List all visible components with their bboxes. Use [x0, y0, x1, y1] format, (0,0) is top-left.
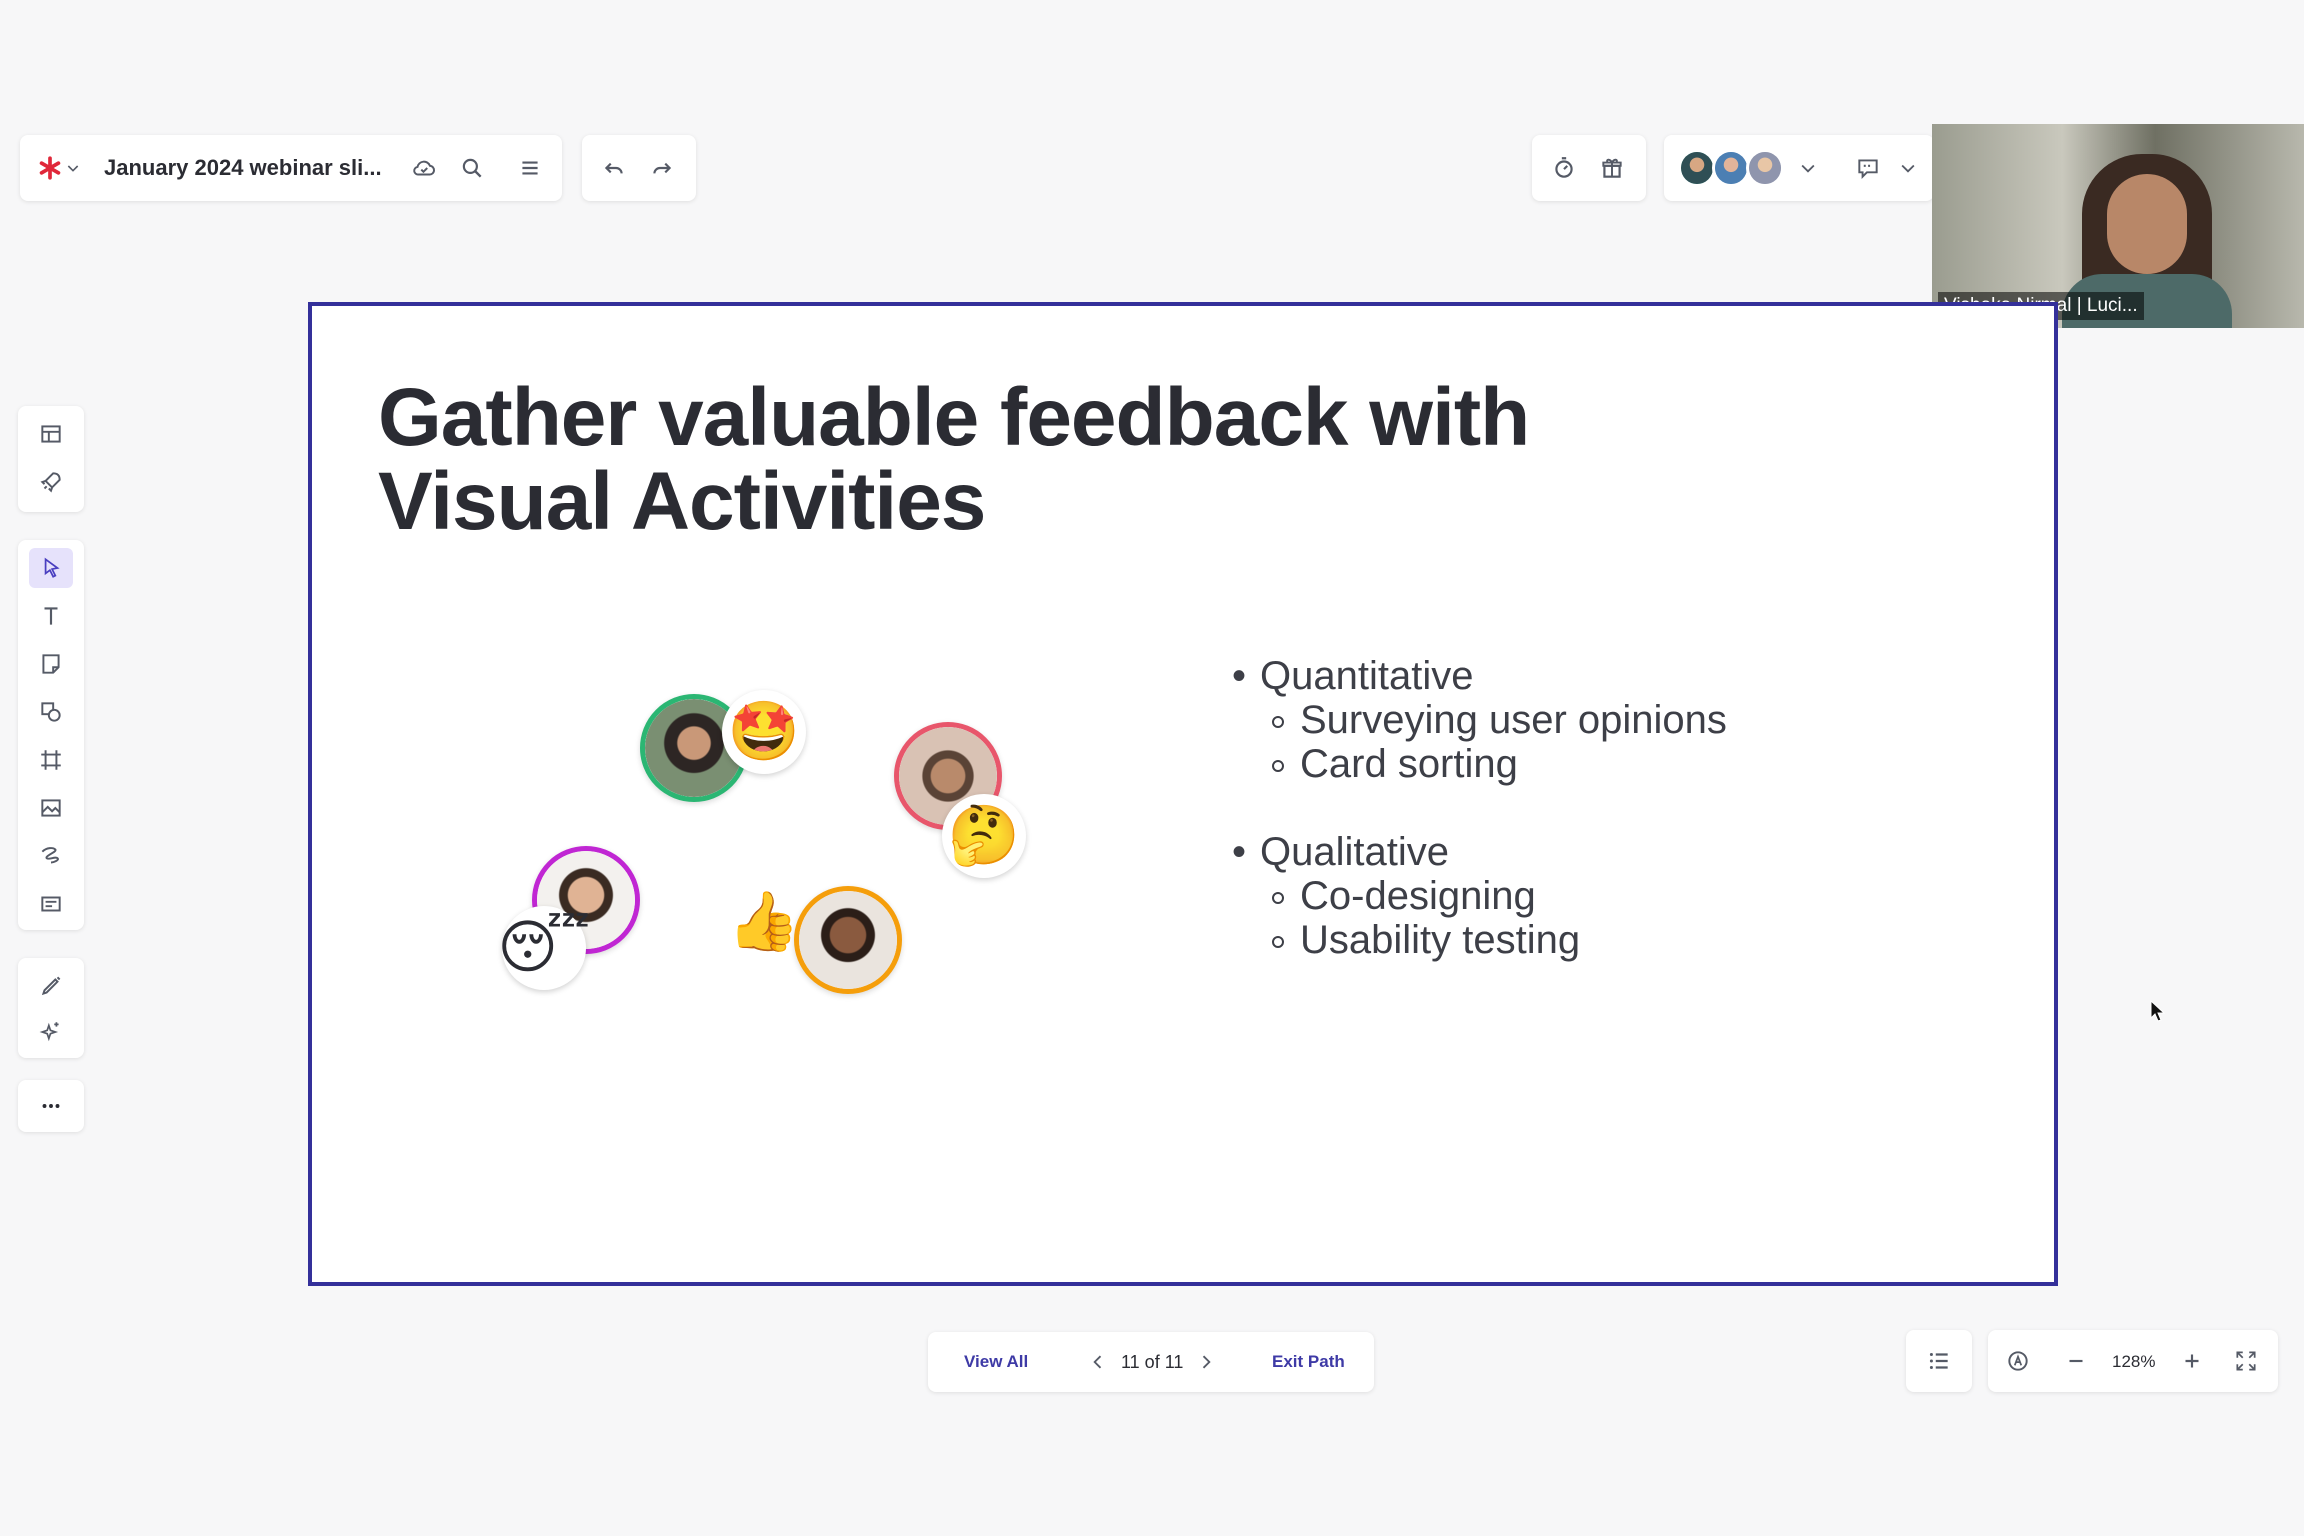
participant-avatar [794, 886, 902, 994]
more-icon[interactable] [31, 1086, 71, 1126]
card-icon[interactable] [31, 884, 71, 924]
sparkle-icon[interactable] [31, 1012, 71, 1052]
collaboration-toolbar [1664, 135, 1934, 201]
exit-path-link[interactable]: Exit Path [1272, 1352, 1345, 1372]
cloud-check-icon[interactable] [404, 148, 444, 188]
bullet-heading: Qualitative [1232, 830, 1580, 874]
video-participant-tile[interactable]: Vishaka Nirmal | Luci... [1932, 124, 2304, 328]
slide-title-line: Gather valuable feedback with [378, 372, 1530, 463]
participant-face [2107, 174, 2187, 274]
zoom-toolbar: 128% [1988, 1330, 2278, 1392]
bullet-item: Card sorting [1232, 742, 1727, 786]
presentation-nav: View All 11 of 11 Exit Path [928, 1332, 1374, 1392]
left-toolbar-more [18, 1080, 84, 1132]
comment-icon[interactable] [1848, 148, 1888, 188]
avatar[interactable] [1746, 149, 1784, 187]
star-struck-emoji: 🤩 [722, 690, 806, 774]
left-toolbar-extras [18, 958, 84, 1058]
pen-icon[interactable] [31, 966, 71, 1006]
left-toolbar-top [18, 406, 84, 512]
rocket-icon[interactable] [31, 462, 71, 502]
chevron-right-icon[interactable] [1186, 1342, 1226, 1382]
left-toolbar-shapes [18, 540, 84, 930]
slide-title: Gather valuable feedback with Visual Act… [378, 376, 1678, 544]
gift-icon[interactable] [1592, 148, 1632, 188]
page-counter: 11 of 11 [1121, 1352, 1184, 1372]
fullscreen-icon[interactable] [2226, 1341, 2266, 1381]
avatar[interactable] [1712, 149, 1750, 187]
activity-toolbar [1532, 135, 1646, 201]
view-all-link[interactable]: View All [964, 1352, 1028, 1372]
sleeping-emoji: 😴 [497, 906, 591, 990]
thinking-emoji: 🤔 [942, 794, 1026, 878]
bullet-item: Co-designing [1232, 874, 1580, 918]
accessibility-icon[interactable] [1998, 1341, 2038, 1381]
document-toolbar: January 2024 webinar sli... [20, 135, 562, 201]
presentation-slide[interactable]: Gather valuable feedback with Visual Act… [308, 302, 2058, 1286]
search-icon[interactable] [452, 148, 492, 188]
history-toolbar [582, 135, 696, 201]
chevron-down-icon[interactable] [1788, 148, 1828, 188]
redo-icon[interactable] [642, 148, 682, 188]
chevron-left-icon[interactable] [1078, 1342, 1118, 1382]
undo-icon[interactable] [594, 148, 634, 188]
qualitative-list: Qualitative Co-designing Usability testi… [1232, 830, 1580, 962]
image-icon[interactable] [31, 788, 71, 828]
zoom-in-icon[interactable] [2172, 1341, 2212, 1381]
frame-icon[interactable] [31, 740, 71, 780]
avatar[interactable] [1678, 149, 1716, 187]
timer-icon[interactable] [1544, 148, 1584, 188]
chevron-down-icon[interactable] [1892, 148, 1924, 188]
thumbs-up-emoji: 👍 [727, 889, 801, 954]
outline-toolbar [1906, 1330, 1972, 1392]
bullet-item: Surveying user opinions [1232, 698, 1727, 742]
shapes-icon[interactable] [31, 692, 71, 732]
mouse-cursor-icon [2150, 999, 2166, 1022]
zoom-out-icon[interactable] [2056, 1341, 2096, 1381]
text-icon[interactable] [31, 596, 71, 636]
sticky-note-icon[interactable] [31, 644, 71, 684]
slide-title-line: Visual Activities [378, 456, 986, 547]
pointer-icon[interactable] [29, 548, 73, 588]
zoom-level[interactable]: 128% [2112, 1352, 2155, 1372]
list-icon[interactable] [1919, 1341, 1959, 1381]
menu-icon[interactable] [510, 148, 550, 188]
chevron-down-icon[interactable] [60, 148, 86, 188]
draw-icon[interactable] [31, 836, 71, 876]
templates-icon[interactable] [31, 414, 71, 454]
bullet-item: Usability testing [1232, 918, 1580, 962]
quantitative-list: Quantitative Surveying user opinions Car… [1232, 654, 1727, 786]
document-title[interactable]: January 2024 webinar sli... [104, 155, 382, 181]
bullet-heading: Quantitative [1232, 654, 1727, 698]
